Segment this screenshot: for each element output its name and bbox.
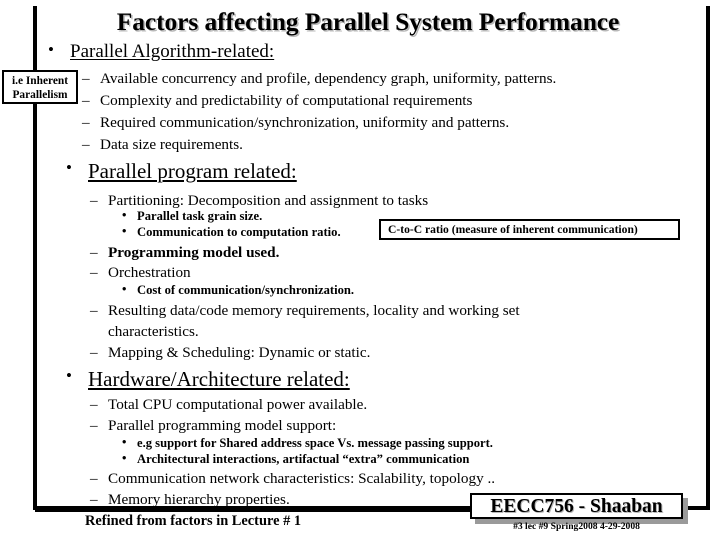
dash-icon: – [90, 417, 98, 434]
list-item: – Data size requirements. [82, 136, 243, 153]
dash-icon: – [82, 114, 90, 131]
section-heading-parallel-algorithm: • Parallel Algorithm-related: [48, 40, 275, 62]
list-item: – Total CPU computational power availabl… [90, 396, 368, 413]
dash-icon: – [90, 491, 98, 508]
bullet-icon: • [122, 282, 127, 296]
list-item: – Mapping & Scheduling: Dynamic or stati… [90, 344, 371, 361]
footer-note: Refined from factors in Lecture # 1 [85, 513, 302, 529]
bullet-icon: • [122, 435, 127, 449]
list-item: – Partitioning: Decomposition and assign… [90, 192, 429, 209]
list-item: – Orchestration [90, 264, 191, 281]
sub-list-item: • Architectural interactions, artifactua… [122, 451, 470, 466]
bullet-icon: • [122, 224, 127, 238]
callout-inherent-line2: Parallelism [12, 89, 68, 102]
list-item: – Memory hierarchy properties. [90, 491, 290, 508]
list-item: – Required communication/synchronization… [82, 114, 510, 131]
dash-icon: – [90, 344, 98, 361]
callout-inherent-parallelism: i.e Inherent Parallelism [2, 70, 78, 104]
sub-list-item: • Communication to computation ratio. [122, 224, 341, 239]
list-item-continuation: characteristics. [108, 323, 199, 340]
bullet-icon: • [66, 158, 72, 177]
callout-c-to-c-ratio: C-to-C ratio (measure of inherent commun… [379, 219, 680, 240]
sub-list-item: • Parallel task grain size. [122, 208, 263, 223]
list-item: – Programming model used. [90, 244, 280, 261]
bullet-icon: • [48, 40, 54, 59]
bullet-icon: • [66, 366, 72, 385]
dash-icon: – [90, 302, 98, 319]
bullet-icon: • [122, 208, 127, 222]
dash-icon: – [82, 136, 90, 153]
list-item: – Parallel programming model support: [90, 417, 337, 434]
dash-icon: – [90, 470, 98, 487]
footer-divider [35, 508, 495, 512]
list-item: – Available concurrency and profile, dep… [82, 70, 557, 87]
dash-icon: – [90, 192, 98, 209]
dash-icon: – [90, 396, 98, 413]
slide-title: Factors affecting Parallel System Perfor… [116, 7, 620, 36]
dash-icon: – [90, 264, 98, 281]
footer-course-badge: EECC756 - Shaaban [470, 493, 683, 519]
dash-icon: – [82, 92, 90, 109]
section-heading-parallel-program: • Parallel program related: [66, 158, 297, 183]
sub-list-item: • Cost of communication/synchronization. [122, 282, 355, 297]
bullet-icon: • [122, 451, 127, 465]
dash-icon: – [82, 70, 90, 87]
callout-inherent-line1: i.e Inherent [11, 75, 69, 87]
list-item: – Resulting data/code memory requirement… [90, 302, 520, 319]
section-heading-hardware-architecture: • Hardware/Architecture related: [66, 366, 350, 391]
sub-list-item: • e.g support for Shared address space V… [122, 435, 493, 450]
dash-icon: – [90, 244, 98, 261]
footer-lecture-meta: #3 lec #9 Spring2008 4-29-2008 [513, 521, 640, 532]
list-item: – Complexity and predictability of compu… [82, 92, 473, 109]
list-item: – Communication network characteristics:… [90, 470, 496, 487]
